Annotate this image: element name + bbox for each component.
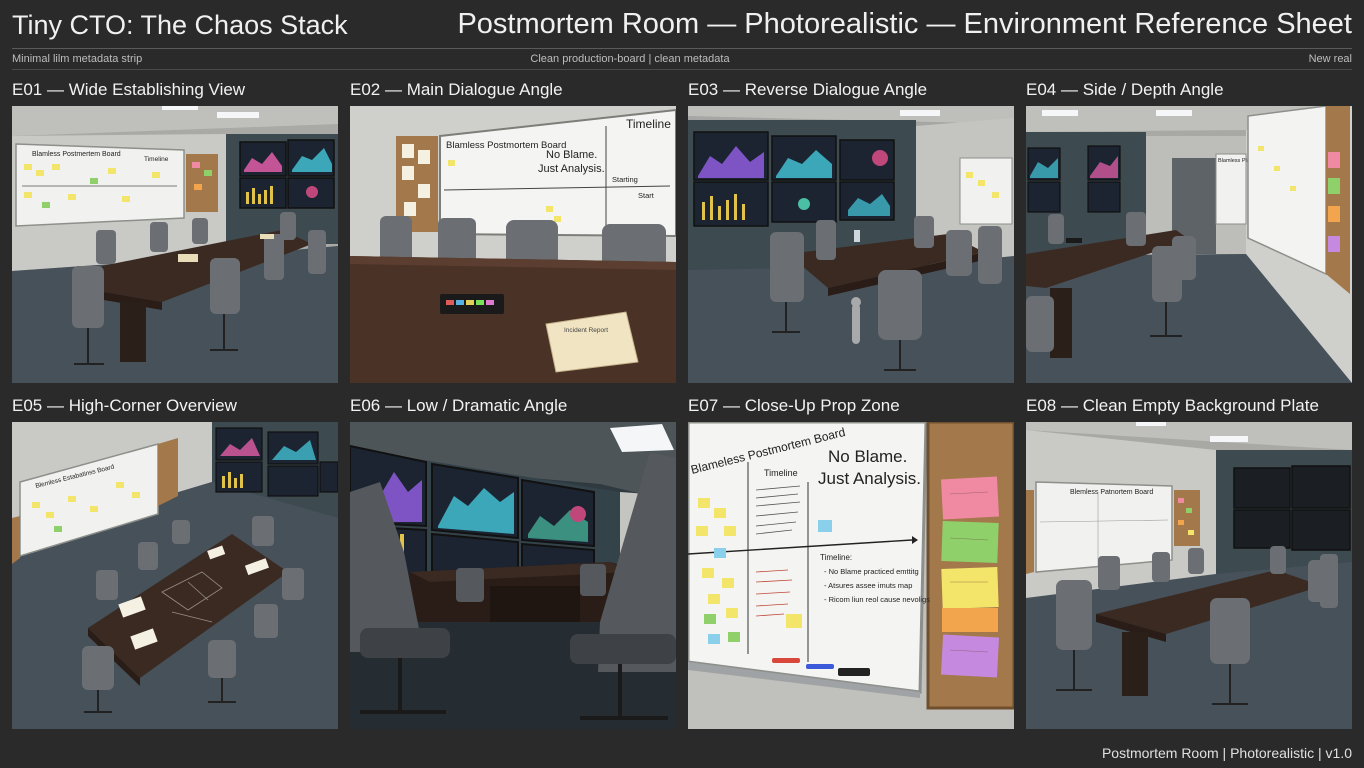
panel-e05[interactable]: E05 — High-Corner Overview Blemless Esta… bbox=[12, 395, 338, 729]
panel-title: E04 — Side / Depth Angle bbox=[1026, 80, 1224, 99]
room-illustration bbox=[688, 106, 1014, 383]
metadata-right: New real bbox=[1308, 53, 1352, 65]
panel-image-e02[interactable]: Blamless Postmortem Board Timeline No Bl… bbox=[350, 106, 676, 383]
board-text-line2: Just Analysis. bbox=[818, 469, 921, 488]
header-divider bbox=[12, 48, 1352, 49]
panel-image-e04[interactable]: Blamless Plan bbox=[1026, 106, 1352, 383]
panel-image-e05[interactable]: Blemless Estabatinss Board bbox=[12, 422, 338, 729]
panel-image-e01[interactable]: Blamless Postmertem Board Timeline bbox=[12, 106, 338, 383]
room-illustration: Blameless Postmortem Board Timeline No B… bbox=[688, 422, 1014, 729]
timeline-item-1: - No Blame practiced emttitg bbox=[824, 567, 919, 576]
panel-title: E07 — Close-Up Prop Zone bbox=[688, 396, 900, 415]
board-text-line2: Just Analysis. bbox=[538, 163, 605, 175]
panel-title: E08 — Clean Empty Background Plate bbox=[1026, 396, 1319, 415]
panel-title: E01 — Wide Establishing View bbox=[12, 80, 246, 99]
board-title-text: Blemless Patnortem Board bbox=[1070, 489, 1153, 496]
panel-image-e03[interactable] bbox=[688, 106, 1014, 383]
board-label-text: Timeline bbox=[764, 468, 798, 478]
board-title-text: Blamless Postmertem Board bbox=[32, 151, 121, 158]
panel-title: E06 — Low / Dramatic Angle bbox=[350, 396, 568, 415]
timeline-item-2: - Atsures assee imuts map bbox=[824, 581, 912, 590]
panel-e07[interactable]: E07 — Close-Up Prop Zone Blameless Postm… bbox=[688, 395, 1014, 729]
panel-e06[interactable]: E06 — Low / Dramatic Angle bbox=[350, 395, 676, 729]
timeline-title: Timeline: bbox=[820, 553, 852, 562]
room-illustration: Blamless Postmortem Board Timeline No Bl… bbox=[350, 106, 676, 383]
board-label-text: Timeline bbox=[144, 156, 169, 163]
board-note-1: Starting bbox=[612, 175, 638, 184]
panel-e02[interactable]: E02 — Main Dialogue Angle Blamless Postm… bbox=[350, 79, 676, 383]
panel-image-e08[interactable]: Blemless Patnortem Board bbox=[1026, 422, 1352, 729]
board-note-2: Start bbox=[638, 191, 655, 200]
room-illustration: Blemless Estabatinss Board bbox=[12, 422, 338, 729]
timeline-item-3: - Ricom liun reol cause nevoligs bbox=[824, 595, 930, 604]
sheet-title: Tiny CTO: The Chaos Stack bbox=[12, 10, 348, 40]
board-text-line1: No Blame. bbox=[828, 447, 907, 466]
room-illustration: Blamless Postmertem Board Timeline bbox=[12, 106, 338, 383]
sheet-subtitle: Postmortem Room — Photorealistic — Envir… bbox=[457, 8, 1352, 40]
room-illustration bbox=[350, 422, 676, 729]
room-illustration: Blamless Plan bbox=[1026, 106, 1352, 383]
panel-title: E03 — Reverse Dialogue Angle bbox=[688, 80, 928, 99]
board-text-line1: No Blame. bbox=[546, 149, 597, 161]
panel-title: E02 — Main Dialogue Angle bbox=[350, 80, 563, 99]
metadata-divider bbox=[12, 69, 1352, 70]
panel-e03[interactable]: E03 — Reverse Dialogue Angle bbox=[688, 79, 1014, 383]
footer-version: Postmortem Room | Photorealistic | v1.0 bbox=[1101, 745, 1352, 761]
panel-image-e06[interactable] bbox=[350, 422, 676, 729]
room-illustration: Blemless Patnortem Board bbox=[1026, 422, 1352, 729]
folder-label: Incident Report bbox=[564, 327, 608, 334]
panel-e08[interactable]: E08 — Clean Empty Background Plate Bleml… bbox=[1026, 395, 1352, 729]
panel-e04[interactable]: E04 — Side / Depth Angle Blamless Plan bbox=[1026, 79, 1352, 383]
panel-e01[interactable]: E01 — Wide Establishing View Blamless Po… bbox=[12, 79, 338, 383]
panel-title: E05 — High-Corner Overview bbox=[12, 396, 237, 415]
metadata-center: Clean production-board | clean metadata bbox=[530, 53, 730, 65]
board-label-text: Timeline bbox=[626, 117, 671, 131]
panel-image-e07[interactable]: Blameless Postmortem Board Timeline No B… bbox=[688, 422, 1014, 729]
